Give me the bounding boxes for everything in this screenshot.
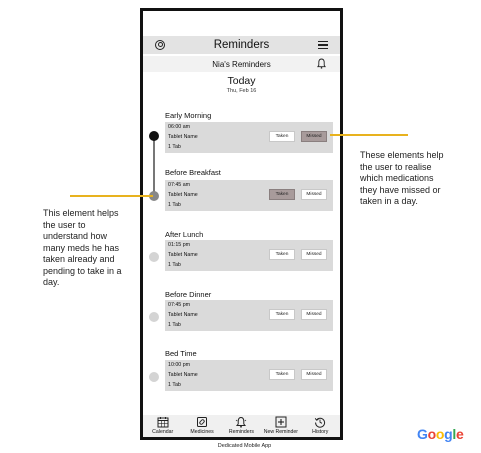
missed-button[interactable]: Missed xyxy=(301,131,327,142)
annotation-line-right xyxy=(330,134,408,136)
history-icon xyxy=(315,417,326,428)
taken-button[interactable]: Taken xyxy=(269,309,295,320)
nav-label: Calendar xyxy=(152,429,174,435)
tablet-qty: 1 Tab xyxy=(168,202,181,208)
tablet-name: Tablet Name xyxy=(168,192,198,198)
missed-button[interactable]: Missed xyxy=(301,309,327,320)
today-title: Today xyxy=(227,75,256,87)
new-reminder-icon xyxy=(275,416,287,428)
reminder-time: 07:45 am xyxy=(168,182,191,188)
calendar-icon xyxy=(157,417,169,428)
nav-label: Reminders xyxy=(228,429,255,435)
section-title-before-dinner: Before Dinner xyxy=(165,290,212,299)
missed-button[interactable]: Missed xyxy=(301,249,327,260)
reminder-card: 07:45 am Tablet Name 1 Tab Taken Missed xyxy=(165,180,333,211)
nav-label: New Reminder xyxy=(263,429,299,435)
nav-label: History xyxy=(312,429,329,435)
reminder-time: 10:00 pm xyxy=(168,362,191,368)
menu-icon[interactable] xyxy=(317,41,328,49)
nav-calendar[interactable]: Calendar xyxy=(144,416,182,435)
progress-dot-pending xyxy=(149,372,159,382)
tablet-name: Tablet Name xyxy=(168,252,198,258)
taken-button[interactable]: Taken xyxy=(269,249,295,260)
tablet-qty: 1 Tab xyxy=(168,262,181,268)
progress-timeline-line xyxy=(153,136,155,196)
section-title-early-morning: Early Morning xyxy=(165,111,212,120)
nav-history[interactable]: History xyxy=(301,416,339,435)
bottom-navigation: Calendar Medicines Reminders New Reminde… xyxy=(143,415,340,437)
app-header: Reminders xyxy=(143,36,340,54)
taken-button[interactable]: Taken xyxy=(269,369,295,380)
section-title-before-breakfast: Before Breakfast xyxy=(165,168,221,177)
missed-button[interactable]: Missed xyxy=(301,189,327,200)
section-title-after-lunch: After Lunch xyxy=(165,230,204,239)
missed-button[interactable]: Missed xyxy=(301,369,327,380)
nav-medicines[interactable]: Medicines xyxy=(183,416,221,435)
reminder-time: 01:15 pm xyxy=(168,242,191,248)
annotation-line-left xyxy=(70,195,153,197)
tablet-qty: 1 Tab xyxy=(168,144,181,150)
today-date: Thu, Feb 16 xyxy=(226,88,257,94)
tablet-name: Tablet Name xyxy=(168,312,198,318)
medicines-icon xyxy=(197,417,208,427)
tablet-qty: 1 Tab xyxy=(168,322,181,328)
progress-dot-done xyxy=(149,131,159,141)
bell-icon[interactable] xyxy=(317,58,326,69)
tablet-name: Tablet Name xyxy=(168,134,198,140)
reminder-time: 07:45 pm xyxy=(168,302,191,308)
reminder-card: 07:45 pm Tablet Name 1 Tab Taken Missed xyxy=(165,300,333,331)
annotation-left: This element helps the user to understan… xyxy=(43,208,122,287)
google-logo: Google xyxy=(417,426,464,442)
reminder-card: 06:00 am Tablet Name 1 Tab Taken Missed xyxy=(165,122,333,153)
reminder-card: 01:15 pm Tablet Name 1 Tab Taken Missed xyxy=(165,240,333,271)
reminder-card: 10:00 pm Tablet Name 1 Tab Taken Missed xyxy=(165,360,333,391)
tablet-name: Tablet Name xyxy=(168,372,198,378)
reminders-owner-bar: Nia's Reminders xyxy=(143,56,340,72)
page-title: Reminders xyxy=(213,39,270,51)
nav-reminders[interactable]: Reminders xyxy=(222,416,260,435)
progress-dot-pending xyxy=(149,312,159,322)
reminder-time: 06:00 am xyxy=(168,124,191,130)
nav-label: Medicines xyxy=(190,429,214,435)
annotation-right: These elements help the user to realise … xyxy=(360,150,444,206)
taken-button[interactable]: Taken xyxy=(269,131,295,142)
owner-label: Nia's Reminders xyxy=(212,59,271,69)
date-header: Today Thu, Feb 16 xyxy=(143,75,340,94)
section-title-bed-time: Bed Time xyxy=(165,349,197,358)
profile-icon[interactable] xyxy=(155,40,165,50)
progress-dot-pending xyxy=(149,252,159,262)
phone-frame: Reminders Nia's Reminders Today Thu, Feb… xyxy=(140,8,343,440)
reminders-icon xyxy=(236,416,247,428)
tablet-qty: 1 Tab xyxy=(168,382,181,388)
taken-button[interactable]: Taken xyxy=(269,189,295,200)
nav-new-reminder[interactable]: New Reminder xyxy=(262,416,300,435)
caption: Dedicated Mobile App xyxy=(217,443,272,449)
